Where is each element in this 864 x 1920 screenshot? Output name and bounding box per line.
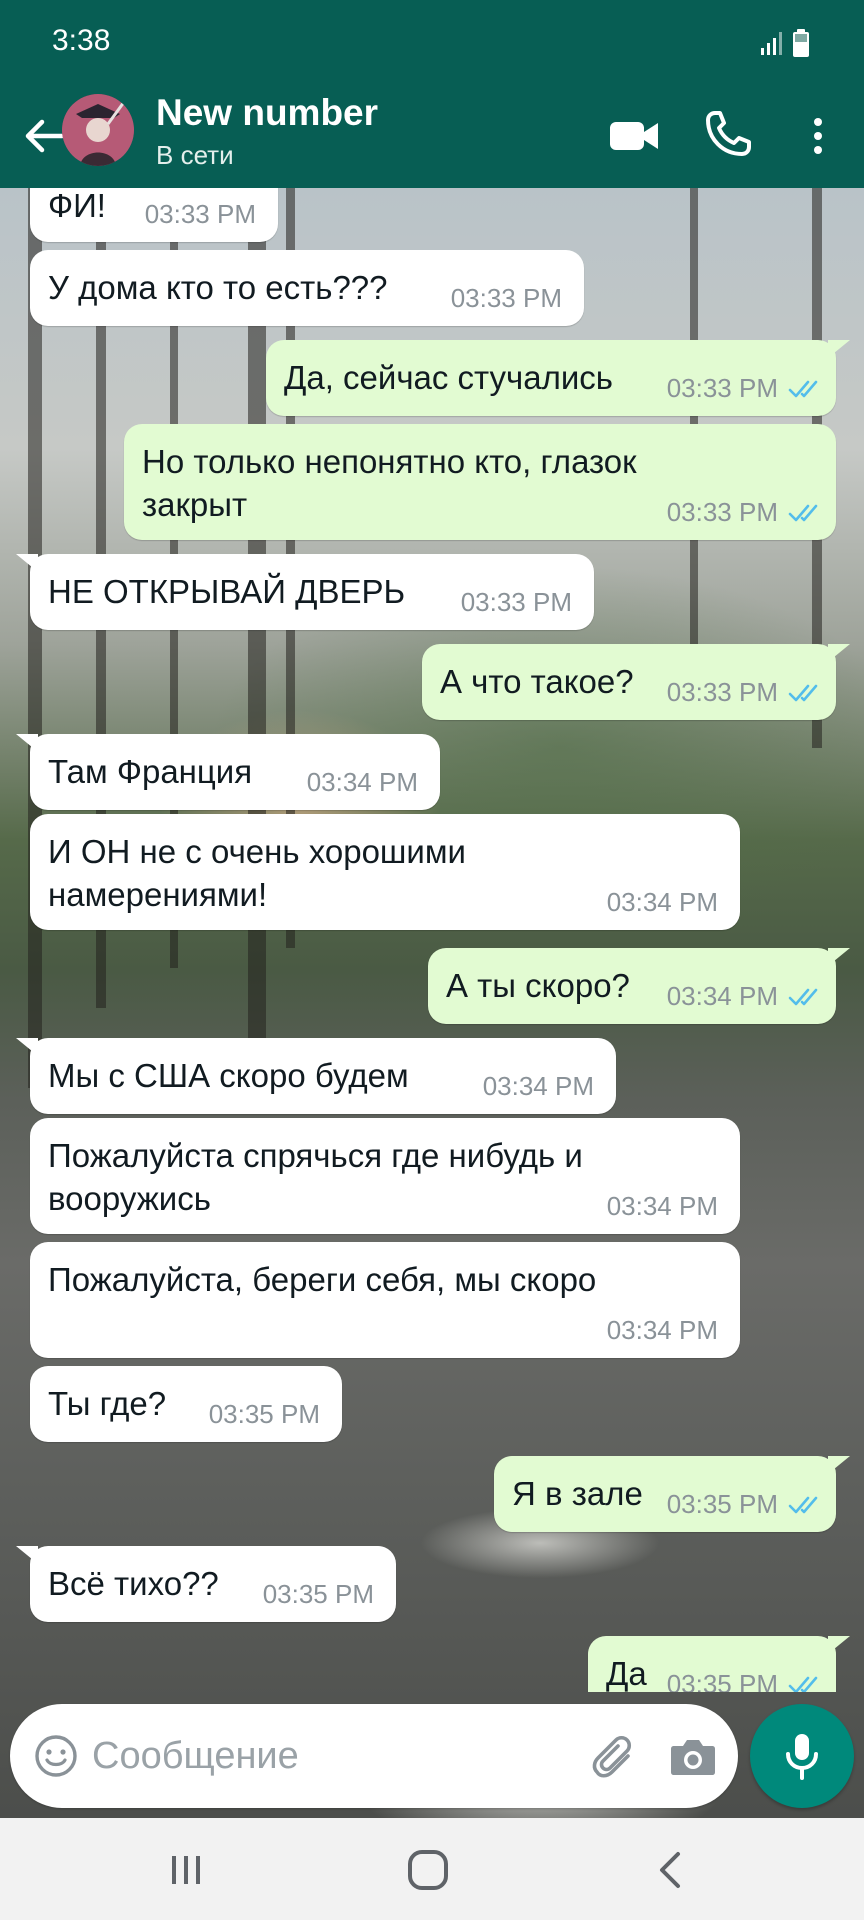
message-time: 03:34 PM xyxy=(606,1315,718,1345)
message-text: Всё тихо?? xyxy=(48,1565,219,1602)
message-time: 03:35 PM xyxy=(666,1489,778,1519)
message-bubble-outgoing[interactable]: А ты скоро? 03:34 PM xyxy=(428,948,850,1024)
message-bubble-incoming[interactable]: Ты где? 03:35 PM xyxy=(30,1366,342,1442)
message-bubble-incoming[interactable]: Мы с США скоро будем 03:34 PM xyxy=(16,1038,616,1114)
chat-header: New number В сети xyxy=(0,84,864,188)
message-composer xyxy=(10,1704,738,1808)
message-bubble-outgoing[interactable]: Я в зале 03:35 PM xyxy=(494,1456,850,1532)
read-receipt-icon xyxy=(788,988,818,1006)
system-nav-bar xyxy=(0,1818,864,1920)
battery-icon xyxy=(793,29,809,57)
message-list[interactable]: ФИ! 03:33 PM У дома кто то есть??? 03:33… xyxy=(0,188,864,1692)
message-text: Да, сейчас стучались xyxy=(284,359,613,396)
message-time: 03:35 PM xyxy=(262,1579,374,1609)
message-text: Пожалуйста, береги себя, мы скоро xyxy=(48,1261,597,1298)
camera-icon[interactable] xyxy=(668,1732,718,1782)
message-input[interactable] xyxy=(92,1722,572,1790)
read-receipt-icon xyxy=(788,684,818,702)
microphone-icon xyxy=(786,1734,818,1780)
message-text: И ОН не с очень хорошими xyxy=(48,833,466,870)
message-time: 03:33 PM xyxy=(666,677,778,707)
message-text: Но только непонятно кто, глазок xyxy=(142,443,637,480)
message-bubble-incoming[interactable]: Там Франция 03:34 PM xyxy=(16,734,440,810)
message-text-line-2: намерениями! xyxy=(48,876,268,913)
message-text: Пожалуйста спрячься где нибудь и xyxy=(48,1137,583,1174)
message-bubble-incoming[interactable]: Всё тихо?? 03:35 PM xyxy=(16,1546,396,1622)
message-time: 03:34 PM xyxy=(606,1191,718,1221)
avatar-image xyxy=(62,94,134,166)
message-bubble-incoming[interactable]: У дома кто то есть??? 03:33 PM xyxy=(30,250,584,326)
status-bar: 3:38 xyxy=(0,0,864,84)
message-text-line-2: вооружись xyxy=(48,1180,211,1217)
message-text: Там Франция xyxy=(48,753,253,790)
message-bubble-outgoing[interactable]: Да, сейчас стучались 03:33 PM xyxy=(266,340,850,416)
message-time: 03:35 PM xyxy=(208,1399,320,1429)
message-text: Ты где? xyxy=(48,1385,167,1422)
message-text: А ты скоро? xyxy=(446,967,630,1004)
message-time: 03:34 PM xyxy=(482,1071,594,1101)
message-text: НЕ ОТКРЫВАЙ ДВЕРЬ xyxy=(48,573,406,610)
microphone-button[interactable] xyxy=(750,1704,854,1808)
message-time: 03:34 PM xyxy=(606,887,718,917)
message-text: А что такое? xyxy=(440,663,634,700)
contact-name[interactable]: New number xyxy=(156,92,378,134)
home-icon[interactable] xyxy=(404,1846,452,1894)
read-receipt-icon xyxy=(788,380,818,398)
message-time: 03:33 PM xyxy=(666,497,778,527)
message-bubble-incoming[interactable]: ФИ! 03:33 PM xyxy=(30,188,278,242)
message-bubble-incoming[interactable]: НЕ ОТКРЫВАЙ ДВЕРЬ 03:33 PM xyxy=(16,554,594,630)
message-time: 03:34 PM xyxy=(306,767,418,797)
message-time: 03:33 PM xyxy=(460,587,572,617)
contact-status: В сети xyxy=(156,140,234,170)
message-time: 03:33 PM xyxy=(666,373,778,403)
more-vert-icon[interactable] xyxy=(800,108,836,164)
message-bubble-incoming[interactable]: И ОН не с очень хорошими намерениями! 03… xyxy=(30,814,740,930)
message-bubble-outgoing[interactable]: Но только непонятно кто, глазок закрыт 0… xyxy=(124,424,836,540)
message-time: 03:35 PM xyxy=(666,1669,778,1692)
read-receipt-icon xyxy=(788,1676,818,1692)
message-bubble-incoming[interactable]: Пожалуйста, береги себя, мы скоро 03:34 … xyxy=(30,1242,740,1358)
message-bubble-outgoing[interactable]: А что такое? 03:33 PM xyxy=(422,644,850,720)
message-text: Мы с США скоро будем xyxy=(48,1057,409,1094)
message-bubble-incoming[interactable]: Пожалуйста спрячься где нибудь и вооружи… xyxy=(30,1118,740,1234)
message-text: Я в зале xyxy=(512,1475,643,1512)
message-time: 03:33 PM xyxy=(144,199,256,229)
message-time: 03:33 PM xyxy=(450,283,562,313)
recents-icon[interactable] xyxy=(160,1848,212,1892)
message-time: 03:34 PM xyxy=(666,981,778,1011)
signal-icon xyxy=(761,32,782,55)
avatar[interactable] xyxy=(62,94,134,166)
message-text: ФИ! xyxy=(48,188,106,224)
back-icon[interactable] xyxy=(648,1846,694,1894)
paperclip-icon[interactable] xyxy=(586,1730,638,1782)
read-receipt-icon xyxy=(788,1496,818,1514)
emoji-icon[interactable] xyxy=(34,1734,78,1778)
message-text: У дома кто то есть??? xyxy=(48,269,388,306)
message-bubble-outgoing[interactable]: Да 03:35 PM xyxy=(588,1636,850,1692)
phone-icon[interactable] xyxy=(700,106,756,162)
message-text-line-2: закрыт xyxy=(142,486,248,523)
read-receipt-icon xyxy=(788,504,818,522)
video-call-icon[interactable] xyxy=(606,108,662,164)
status-time: 3:38 xyxy=(52,24,111,57)
message-text: Да xyxy=(606,1655,647,1692)
